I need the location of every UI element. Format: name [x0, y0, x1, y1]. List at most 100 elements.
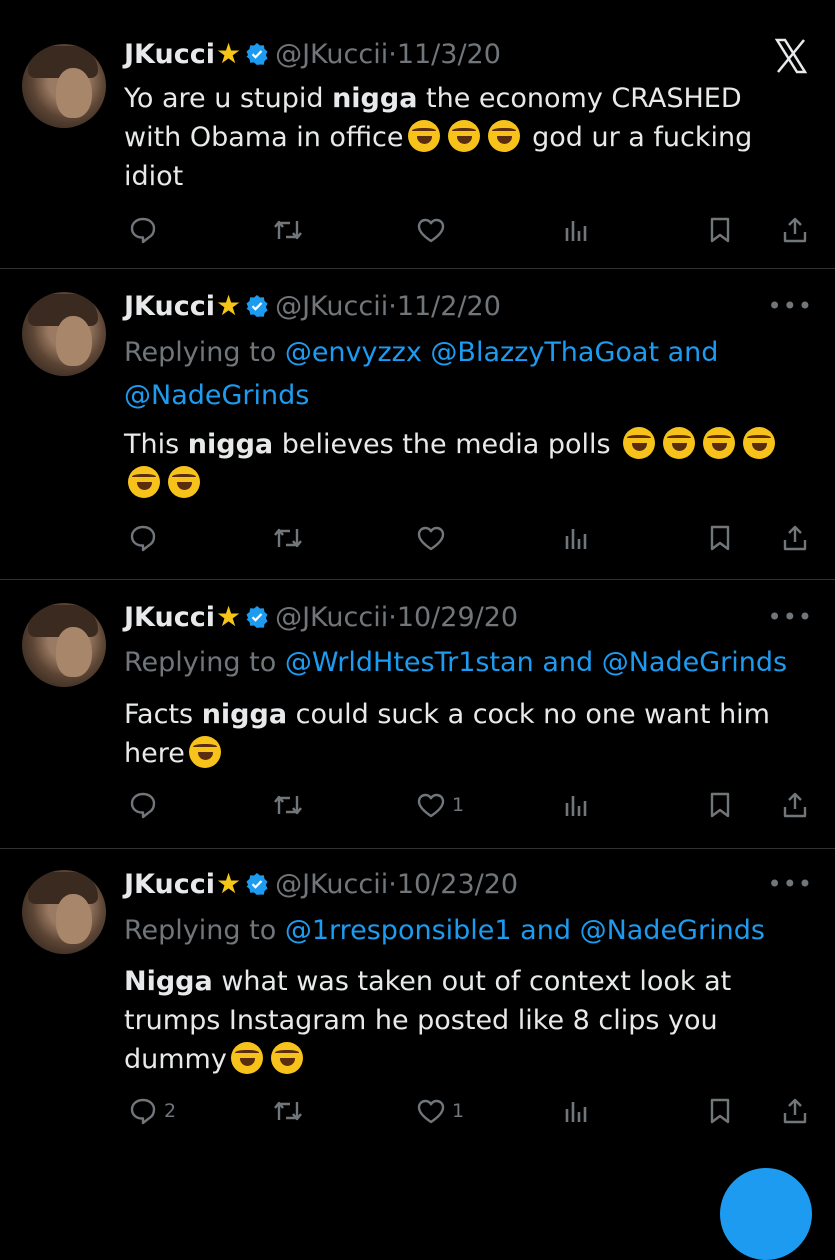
more-icon[interactable]: •••: [768, 292, 813, 320]
mention-link[interactable]: @BlazzyThaGoat: [430, 337, 659, 368]
handle[interactable]: @JKuccii: [275, 602, 388, 633]
reply-icon: [130, 1098, 156, 1125]
like-button[interactable]: [416, 518, 452, 558]
mention-link[interactable]: @WrldHtesTr1stan: [285, 647, 534, 678]
like-icon: [417, 526, 445, 551]
tweet-actions: 1: [0, 785, 835, 825]
retweet-button[interactable]: [272, 518, 304, 558]
retweet-icon: [274, 528, 302, 548]
display-name[interactable]: JKucci: [124, 291, 215, 322]
retweet-button[interactable]: [272, 1091, 304, 1131]
views-button[interactable]: [562, 518, 592, 558]
avatar[interactable]: [22, 870, 106, 954]
views-icon: [565, 796, 587, 816]
star-emoji: ★: [215, 37, 242, 70]
rofl-emoji: [447, 120, 480, 152]
bookmark-button[interactable]: [706, 785, 734, 825]
tweet-actions: [0, 210, 835, 250]
tweet-3[interactable]: JKucci★ @JKuccii·10/29/20 ••• Replying to…: [0, 579, 835, 849]
bookmark-button[interactable]: [706, 210, 734, 250]
rofl-emoji: [703, 427, 736, 459]
mention-link[interactable]: @1rresponsible1: [285, 915, 512, 946]
mention-and: and: [520, 915, 571, 946]
tweet-date[interactable]: 11/2/20: [397, 291, 501, 322]
handle[interactable]: @JKuccii: [275, 39, 388, 70]
rofl-emoji: [188, 736, 221, 768]
reply-button[interactable]: [128, 785, 164, 825]
reply-button[interactable]: [128, 210, 164, 250]
tweet-date[interactable]: 11/3/20: [397, 39, 501, 70]
rofl-emoji: [663, 427, 696, 459]
reply-button[interactable]: 2: [128, 1091, 176, 1131]
views-icon: [565, 1102, 587, 1122]
mention-link[interactable]: @NadeGrinds: [124, 380, 309, 411]
bookmark-icon: [710, 525, 730, 551]
rofl-emoji: [743, 427, 776, 459]
rofl-emoji: [168, 466, 200, 498]
views-button[interactable]: [562, 785, 592, 825]
star-emoji: ★: [215, 867, 242, 900]
compose-fab[interactable]: [720, 1168, 812, 1260]
avatar[interactable]: [22, 603, 106, 687]
tweet-2[interactable]: JKucci★ @JKuccii·11/2/20 ••• Replying to …: [0, 268, 835, 580]
share-icon: [783, 1098, 807, 1124]
tweet-header: JKucci★ @JKuccii·10/29/20: [124, 597, 518, 637]
x-close-icon[interactable]: [771, 36, 811, 76]
mention-link[interactable]: @envyzzx: [285, 337, 422, 368]
views-icon: [565, 529, 587, 549]
share-button[interactable]: [780, 785, 810, 825]
mention-and: and: [667, 337, 719, 368]
share-icon: [783, 217, 807, 243]
handle[interactable]: @JKuccii: [275, 291, 388, 322]
tweet-text: This nigga believes the media polls: [124, 425, 804, 503]
avatar[interactable]: [22, 44, 106, 128]
like-button[interactable]: 1: [416, 1091, 464, 1131]
handle[interactable]: @JKuccii: [275, 869, 388, 900]
joy-cat-emoji: [230, 1042, 263, 1074]
views-button[interactable]: [562, 210, 592, 250]
retweet-icon: [274, 1101, 302, 1121]
separator: ·: [388, 291, 397, 322]
bookmark-icon: [710, 1098, 730, 1124]
mention-link[interactable]: @NadeGrinds: [580, 915, 765, 946]
like-icon: [417, 218, 445, 243]
replying-to: Replying to @WrldHtesTr1stan and @NadeGr…: [124, 647, 788, 678]
reply-button[interactable]: [128, 518, 164, 558]
more-icon[interactable]: •••: [768, 870, 813, 898]
views-button[interactable]: [562, 1091, 592, 1131]
separator: ·: [388, 39, 397, 70]
verified-badge-icon: [246, 42, 268, 65]
tweet-1[interactable]: JKucci★ @JKuccii·11/3/20 Yo are u stupid …: [0, 0, 835, 269]
more-icon[interactable]: •••: [768, 603, 813, 631]
share-button[interactable]: [780, 518, 810, 558]
bookmark-button[interactable]: [706, 1091, 734, 1131]
mention-link[interactable]: @NadeGrinds: [602, 647, 787, 678]
tweet-text: Facts nigga could suck a cock no one wan…: [124, 699, 770, 769]
tweet-date[interactable]: 10/23/20: [397, 869, 518, 900]
like-button[interactable]: [416, 210, 452, 250]
joy-cat-emoji: [270, 1042, 303, 1074]
display-name[interactable]: JKucci: [124, 869, 215, 900]
tweet-text: Nigga what was taken out of context look…: [124, 966, 732, 1075]
retweet-button[interactable]: [272, 210, 304, 250]
tweet-header: JKucci★ @JKuccii·10/23/20: [124, 864, 518, 904]
rofl-emoji: [407, 120, 440, 152]
bookmark-button[interactable]: [706, 518, 734, 558]
tweet-actions: [0, 518, 835, 558]
separator: ·: [388, 602, 397, 633]
display-name[interactable]: JKucci: [124, 602, 215, 633]
replying-to: Replying to @1rresponsible1 and @NadeGri…: [124, 915, 765, 946]
share-icon: [783, 792, 807, 818]
tweet-date[interactable]: 10/29/20: [397, 602, 518, 633]
avatar[interactable]: [22, 292, 106, 376]
tweet-4[interactable]: JKucci★ @JKuccii·10/23/20 ••• Replying to…: [0, 848, 835, 1200]
like-count: 1: [452, 1100, 465, 1122]
bookmark-icon: [710, 217, 730, 243]
retweet-icon: [274, 795, 302, 815]
reply-icon: [130, 217, 156, 244]
like-button[interactable]: 1: [416, 785, 464, 825]
retweet-button[interactable]: [272, 785, 304, 825]
share-button[interactable]: [780, 210, 810, 250]
display-name[interactable]: JKucci: [124, 39, 215, 70]
share-button[interactable]: [780, 1091, 810, 1131]
